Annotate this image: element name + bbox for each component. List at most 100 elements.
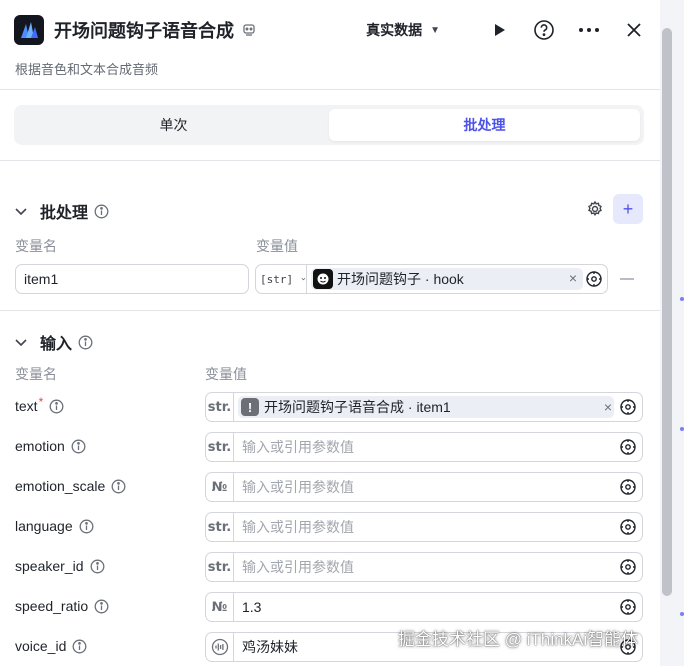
remove-batch-item-button[interactable] [620, 278, 634, 280]
param-name: text [15, 398, 38, 414]
param-name: emotion_scale [15, 478, 106, 494]
tab-batch[interactable]: 批处理 [329, 109, 640, 141]
info-icon [94, 599, 109, 614]
variable-reference-icon [620, 399, 636, 415]
emotion-field[interactable]: str. 输入或引用参数值 [205, 432, 643, 462]
input-row-label: language [15, 518, 94, 534]
speed-ratio-field[interactable]: № 1.3 [205, 592, 643, 622]
watermark: 掘金技术社区 @ iThinkAi智能体 [398, 630, 639, 649]
batch-value-field[interactable]: 开场问题钩子 · hook × [306, 264, 608, 294]
param-name: language [15, 518, 73, 534]
info-icon [71, 439, 86, 454]
array-string-type-icon: [str] [260, 272, 294, 286]
field-value: 鸡汤妹妹 [242, 639, 298, 655]
mode-tabs: 单次 批处理 [14, 105, 644, 145]
input-col-value: 变量值 [205, 366, 247, 382]
add-batch-item-button[interactable]: + [613, 194, 643, 224]
variable-reference-icon [620, 479, 636, 495]
chevron-down-icon [15, 339, 27, 347]
reference-label: 开场问题钩子语音合成 · item1 [264, 399, 451, 415]
field-value: 1.3 [242, 599, 262, 615]
placeholder-text: 输入或引用参数值 [242, 439, 354, 455]
input-row-label: speaker_id [15, 558, 105, 574]
batch-item-name-input[interactable]: item1 [15, 264, 249, 294]
number-type-icon: № [206, 593, 234, 621]
play-icon [495, 24, 505, 36]
input-row-label: speed_ratio [15, 598, 109, 614]
input-section-title: 输入 [40, 336, 73, 353]
variable-reference-icon [620, 519, 636, 535]
param-name: emotion [15, 438, 65, 454]
batch-section-title: 批处理 [40, 205, 89, 222]
scrollbar[interactable] [662, 28, 672, 596]
close-icon [627, 23, 641, 37]
chevron-down-icon [15, 208, 27, 216]
reference-label: 开场问题钩子 · hook [337, 271, 464, 287]
canvas-port-marker [680, 297, 684, 301]
reference-tag[interactable]: ! 开场问题钩子语音合成 · item1 [238, 396, 614, 418]
clear-reference-button[interactable]: × [569, 270, 577, 286]
param-name: speaker_id [15, 558, 84, 574]
emotion-scale-field[interactable]: № 输入或引用参数值 [205, 472, 643, 502]
info-icon [111, 479, 126, 494]
string-type-icon: str. [206, 433, 234, 461]
tab-single[interactable]: 单次 [18, 109, 329, 141]
input-row-label: voice_id [15, 638, 87, 654]
input-section-header[interactable]: 输入 [14, 330, 93, 354]
batch-col-value: 变量值 [256, 238, 298, 254]
info-icon [72, 639, 87, 654]
audio-wave-icon [206, 633, 234, 661]
info-icon [79, 519, 94, 534]
info-icon [78, 335, 93, 350]
caret-down-icon: ▼ [430, 24, 440, 36]
param-name: speed_ratio [15, 598, 89, 614]
batch-col-name: 变量名 [15, 238, 57, 254]
placeholder-text: 输入或引用参数值 [242, 479, 354, 495]
help-button[interactable] [532, 18, 556, 42]
more-icon [579, 28, 599, 32]
speaker-id-field[interactable]: str. 输入或引用参数值 [205, 552, 643, 582]
input-col-name: 变量名 [15, 366, 57, 382]
batch-section-header[interactable]: 批处理 [14, 199, 109, 223]
info-icon [90, 559, 105, 574]
divider [0, 89, 660, 90]
batch-settings-button[interactable] [586, 200, 604, 218]
batch-item-name: item1 [24, 271, 59, 287]
help-icon [534, 20, 554, 40]
gear-icon [588, 200, 602, 217]
data-source-select[interactable]: 真实数据 ▼ [366, 20, 440, 40]
number-type-icon: № [206, 473, 234, 501]
clear-reference-button[interactable]: × [604, 399, 612, 415]
required-mark: * [38, 395, 44, 409]
placeholder-text: 输入或引用参数值 [242, 519, 354, 535]
input-row-label: emotion_scale [15, 478, 126, 494]
canvas-port-marker [680, 427, 684, 431]
node-type-icon [242, 23, 256, 37]
string-type-icon: str. [206, 513, 234, 541]
placeholder-text: 输入或引用参数值 [242, 559, 354, 575]
divider [0, 310, 660, 311]
reference-tag[interactable]: 开场问题钩子 · hook [311, 268, 583, 290]
batch-type-select[interactable]: [str] [255, 264, 307, 294]
more-button[interactable] [577, 18, 601, 42]
run-button[interactable] [487, 18, 511, 42]
text-field[interactable]: str. ! 开场问题钩子语音合成 · item1 × [205, 392, 643, 422]
panel-header: 开场问题钩子语音合成 真实数据 ▼ [14, 14, 646, 46]
node-test-panel: 开场问题钩子语音合成 真实数据 ▼ 根据音色和文本合成音频 单次 批处理 批处理… [0, 0, 660, 666]
info-icon [94, 204, 109, 219]
bot-node-icon [313, 269, 333, 289]
app-logo [14, 15, 44, 45]
variable-reference-icon [586, 271, 602, 287]
variable-reference-icon [620, 599, 636, 615]
data-source-label: 真实数据 [366, 22, 423, 38]
canvas-port-marker [680, 612, 684, 616]
input-row-label: emotion [15, 438, 86, 454]
page-subtitle: 根据音色和文本合成音频 [15, 62, 159, 77]
warning-icon: ! [241, 398, 259, 416]
divider [0, 160, 660, 161]
language-field[interactable]: str. 输入或引用参数值 [205, 512, 643, 542]
close-button[interactable] [622, 18, 646, 42]
variable-reference-icon [620, 439, 636, 455]
string-type-icon: str. [206, 393, 234, 421]
page-title: 开场问题钩子语音合成 [54, 21, 234, 41]
